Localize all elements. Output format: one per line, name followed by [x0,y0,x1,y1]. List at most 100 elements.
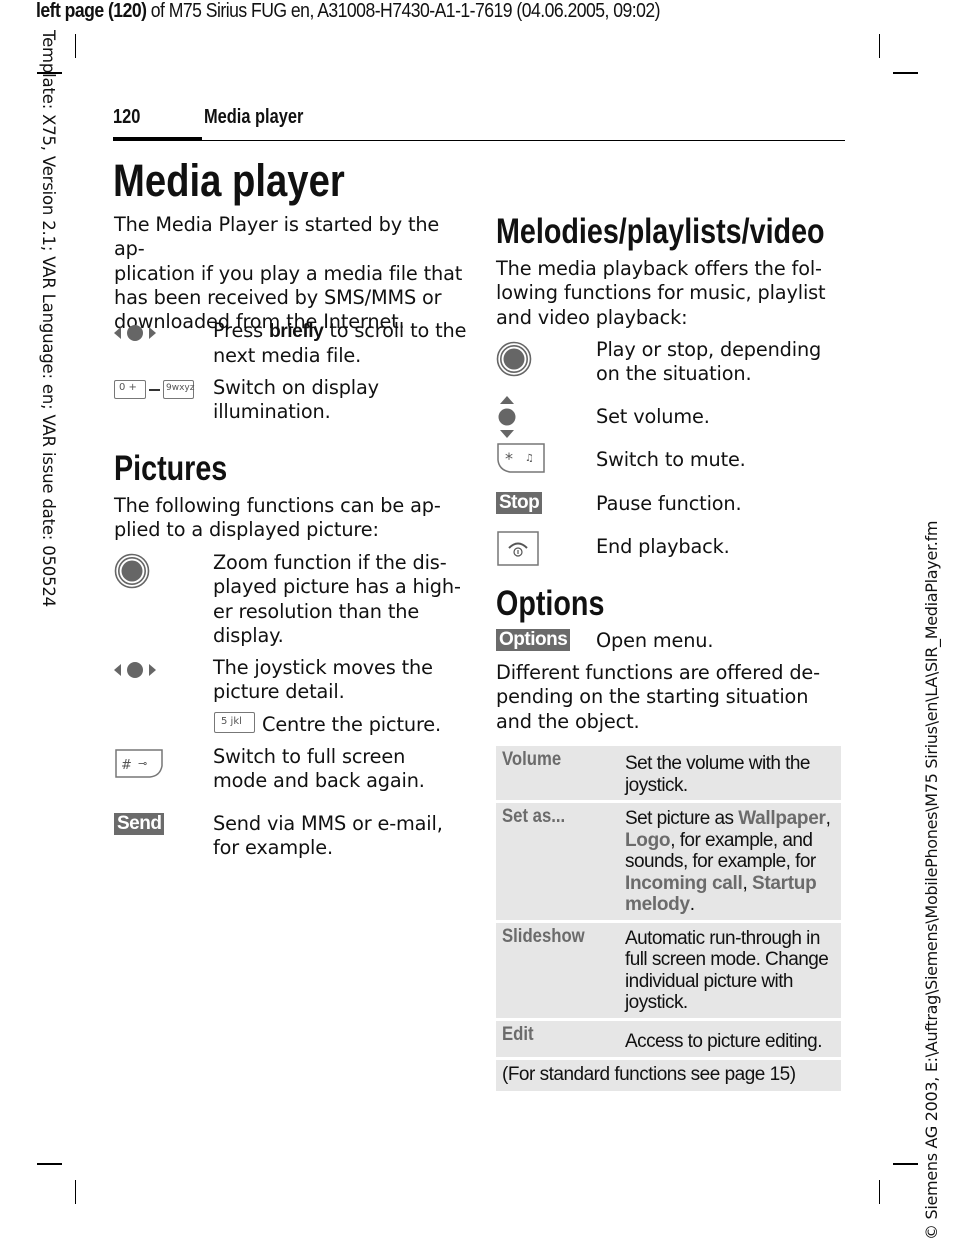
pictures-intro: The following functions can be ap- plied… [114,494,474,543]
text-line: Switch on display [213,376,379,399]
print-header: left page (120) of M75 Sirius FUG en, A3… [36,0,661,23]
text-line: illumination. [213,400,331,424]
text-line: pending on the starting situation [496,685,809,709]
item-description: Zoom function if the dis- played picture… [213,551,461,648]
item-description: Send via MMS or e-mail, for example. [213,812,443,861]
text-line: picture detail. [213,680,345,704]
text-line: Zoom function if the dis- [213,551,447,574]
svg-text:*: * [505,449,513,468]
softkey-options: Options [496,629,571,651]
table-footer: (For standard functions see page 15) [496,1060,841,1091]
menu-term: Incoming call [625,872,743,894]
key-hash-icon: # ⊸ [115,749,163,778]
melodies-intro: The media playback offers the fol- lowin… [496,257,846,330]
table-row: Volume Set the volume with the joystick. [496,746,841,800]
text-line: on the situation. [596,362,752,386]
item-description: Press briefly to scroll to the next medi… [213,319,466,369]
text-line: has been received by SMS/MMS or [114,285,442,309]
crop-mark [879,34,880,58]
text-line: er resolution than the [213,599,420,623]
options-table: Volume Set the volume with the joystick.… [496,746,841,1091]
text-line: The following functions can be ap- [114,494,441,517]
crop-mark [893,1163,918,1165]
text-line: plication if you play a media file that [114,261,463,285]
file-path-info: © Siemens AG 2003, E:\Auftrag\Siemens\Mo… [922,520,941,1240]
text-line: Send via MMS or e-mail, [213,812,443,835]
text: , [825,808,831,829]
text-line: display. [213,623,284,647]
item-description: Switch to mute. [596,448,746,471]
menu-term: Wallpaper [738,808,826,829]
crop-mark [893,72,918,74]
crop-mark [75,1180,76,1204]
joystick-press-icon [114,553,150,589]
item-description: The joystick moves the picture detail. [213,656,433,705]
item-description: Pause function. [596,492,742,515]
text-line: and video playback: [496,305,688,329]
item-description: End playback. [596,535,730,558]
header-rule [113,140,845,142]
key-5-icon: 5 jkl [214,712,255,733]
table-row: Edit Access to picture editing. [496,1020,841,1058]
joystick-left-right-icon [114,662,156,678]
item-description: Centre the picture. [262,713,441,736]
text: to scroll to the [323,319,467,342]
text-line: Play or stop, depending [596,338,822,361]
option-name: Slideshow [502,925,585,947]
option-description: Automatic run-through in full screen mod… [625,923,841,1018]
page-title: Media player [113,155,345,206]
end-call-key-icon [497,531,539,566]
option-description: Access to picture editing. [625,1021,841,1058]
key-star-icon: * ♫ [497,443,545,473]
softkey-stop: Stop [496,492,543,514]
table-row: Set as... Set picture as Wallpaper, Logo… [496,803,841,920]
text-line: The joystick moves the [213,656,433,679]
key-0-icon: 0 + [114,380,146,399]
text-line: for example. [213,836,333,860]
text: Press [213,319,269,342]
text: Access to picture editing. [625,1030,822,1052]
item-description: Switch on display illumination. [213,376,379,425]
text-line: mode and back again. [213,769,425,793]
item-description: Switch to full screen mode and back agai… [213,745,425,794]
svg-text:#: # [121,758,132,773]
option-name: Edit [502,1023,534,1045]
range-dash [149,389,160,391]
option-name: Set as... [502,806,566,827]
menu-term: Logo [625,829,671,851]
option-description: Set picture as Wallpaper, Logo, for exam… [625,803,841,920]
section-heading-pictures: Pictures [114,449,228,488]
text-line: and the object. [496,709,640,733]
print-header-info: of M75 Sirius FUG en, A31008-H7430-A1-1-… [146,0,661,22]
joystick-press-icon [496,341,532,377]
svg-text:♫: ♫ [525,453,534,464]
text-line: played picture has a high- [213,575,461,599]
text-line: Switch to full screen [213,745,406,768]
joystick-left-right-icon [114,325,156,341]
options-text: Different functions are offered de- pend… [496,661,846,734]
option-description: Set the volume with the joystick. [625,746,841,800]
joystick-up-down-icon [498,396,516,438]
text: Set picture as [625,808,739,829]
item-description: Play or stop, depending on the situation… [596,338,821,387]
item-description: Open menu. [596,629,714,652]
text-line: The Media Player is started by the ap- [114,213,440,261]
text-line: lowing functions for music, playlist [496,281,826,305]
page-number: 120 [113,106,141,128]
item-description: Set volume. [596,405,710,428]
print-header-page: left page (120) [36,0,147,22]
crop-mark [75,34,76,58]
table-row: Slideshow Automatic run-through in full … [496,922,841,1018]
template-info: Template: X75, Version 2.1; VAR Language… [39,30,58,607]
emphasis: briefly [268,321,324,342]
softkey-send: Send [114,813,165,835]
section-heading-melodies: Melodies/playlists/video [496,212,825,251]
svg-text:⊸: ⊸ [138,757,147,770]
running-title: Media player [204,106,304,128]
option-name: Volume [502,749,562,770]
text: Automatic run-through in full screen mod… [625,927,829,1014]
text: . [689,894,695,915]
text-line: next media file. [213,344,362,368]
text-line: Different functions are offered de- [496,661,820,684]
text-line: The media playback offers the fol- [496,257,822,280]
